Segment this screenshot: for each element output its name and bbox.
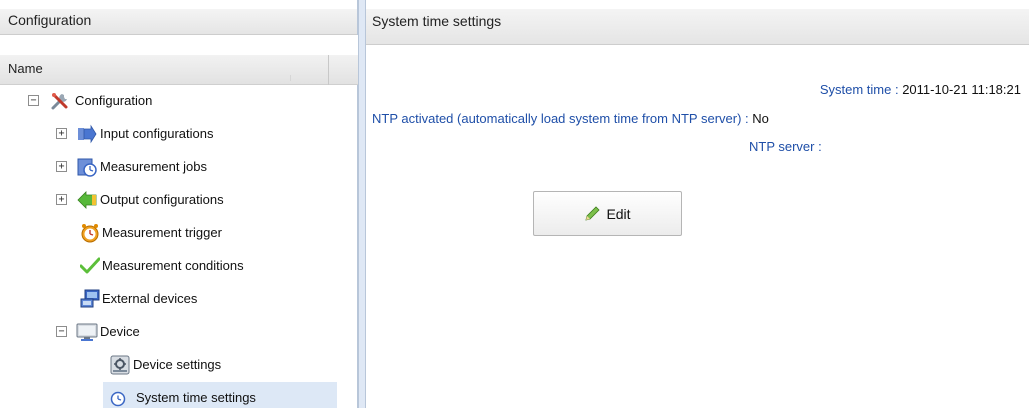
system-time-value: 2011-10-21 11:18:21 <box>902 82 1021 97</box>
tree-node-label: External devices <box>102 291 198 306</box>
collapse-toggle[interactable]: − <box>28 95 39 106</box>
tree-node-measurement-trigger[interactable]: Measurement trigger <box>0 217 358 249</box>
configuration-panel-title: Configuration <box>0 0 357 35</box>
input-arrow-icon <box>76 123 98 145</box>
column-resize-handle[interactable] <box>328 55 329 85</box>
tree-node-measurement-conditions[interactable]: Measurement conditions <box>0 250 358 282</box>
clock-icon <box>107 388 129 408</box>
tree-node-system-time-settings[interactable]: System time settings <box>103 382 337 408</box>
tools-icon <box>49 90 71 112</box>
measurement-jobs-icon <box>76 156 98 178</box>
ntp-server-label: NTP server : <box>749 139 822 154</box>
ntp-activated-label: NTP activated (automatically load system… <box>372 111 749 126</box>
tree-node-external-devices[interactable]: External devices <box>0 283 358 315</box>
system-time-settings-title: System time settings <box>366 0 1029 45</box>
external-devices-icon <box>79 288 101 310</box>
tree-node-label: Output configurations <box>100 192 224 207</box>
configuration-panel: Configuration Name − Configuration + Inp… <box>0 0 358 408</box>
pencil-icon <box>584 205 601 222</box>
tree-node-device-settings[interactable]: Device settings <box>0 349 358 381</box>
alarm-clock-icon <box>79 222 101 244</box>
ntp-server-row: NTP server : <box>749 139 822 154</box>
tree-node-measurement-jobs[interactable]: + Measurement jobs <box>0 151 358 183</box>
system-time-label: System time : <box>819 82 899 97</box>
tree-column-header[interactable]: Name <box>0 55 358 85</box>
edit-button[interactable]: Edit <box>533 191 682 236</box>
tree-node-label: Device settings <box>133 357 222 372</box>
tree-node-configuration[interactable]: − Configuration <box>0 85 358 117</box>
expand-toggle[interactable]: + <box>56 161 67 172</box>
tree-node-label: Input configurations <box>100 126 214 141</box>
system-time-row: System time : 2011-10-21 11:18:21 <box>820 82 1021 97</box>
tree-node-label: Measurement trigger <box>102 225 222 240</box>
device-settings-icon <box>109 354 131 376</box>
tree-node-label: Device <box>100 324 140 339</box>
tree-node-label: System time settings <box>136 390 256 405</box>
output-arrow-icon <box>76 189 98 211</box>
edit-button-label: Edit <box>606 205 631 222</box>
name-column-label: Name <box>8 61 43 76</box>
expand-toggle[interactable]: + <box>56 128 67 139</box>
panel-splitter[interactable] <box>358 0 366 408</box>
tree-node-output-configurations[interactable]: + Output configurations <box>0 184 358 216</box>
ntp-activated-value: No <box>752 111 769 126</box>
collapse-toggle[interactable]: − <box>56 326 67 337</box>
ntp-activated-row: NTP activated (automatically load system… <box>372 111 769 126</box>
tree-node-label: Configuration <box>75 93 153 108</box>
system-time-settings-panel: System time settings System time : 2011-… <box>366 0 1029 408</box>
tree-node-label: Measurement conditions <box>102 258 244 273</box>
expand-toggle[interactable]: + <box>56 194 67 205</box>
tree-node-device[interactable]: − Device <box>0 316 358 348</box>
tree-node-input-configurations[interactable]: + Input configurations <box>0 118 358 150</box>
tree-node-label: Measurement jobs <box>100 159 207 174</box>
checkmark-icon <box>79 255 101 277</box>
monitor-icon <box>76 321 98 343</box>
